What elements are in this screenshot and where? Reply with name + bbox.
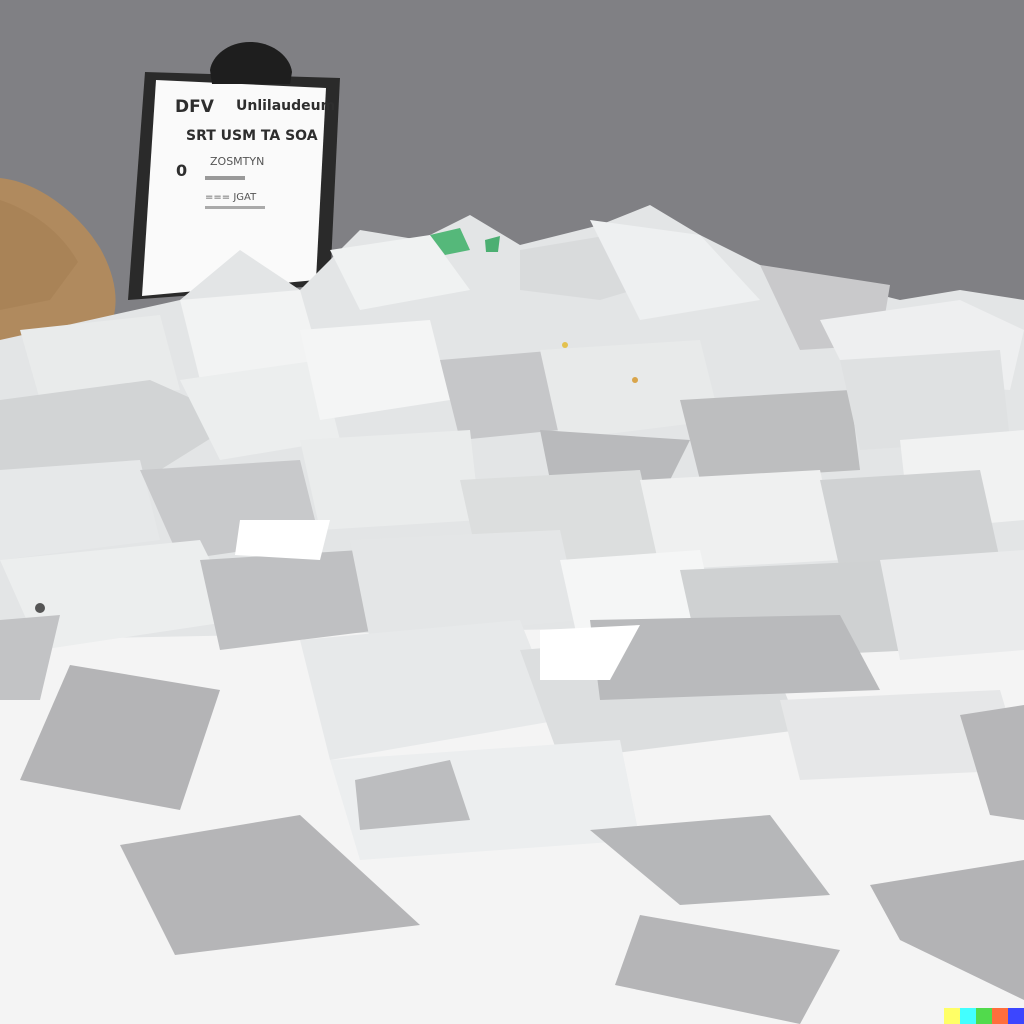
color-swatch-green [976,1008,992,1024]
sign-line1-left: DFV [175,97,215,117]
sign-line1-right: Unlilaudeum [236,98,335,114]
sign-line3-right: ZOSMTYN [210,155,264,168]
sign-line2: SRT USM TA SOA [186,128,318,144]
color-swatch-cyan [960,1008,976,1024]
paper-pile-scene: DFV Unlilaudeum SRT USM TA SOA 0 ZOSMTYN… [0,0,1024,1024]
color-bar-watermark [944,1008,1024,1024]
sign-line3-left: 0 [176,161,187,180]
sign-line4: === JGAT [205,192,257,203]
color-swatch-orange [992,1008,1008,1024]
color-swatch-blue [1008,1008,1024,1024]
color-swatch-yellow [944,1008,960,1024]
scene-illustration: DFV Unlilaudeum SRT USM TA SOA 0 ZOSMTYN… [0,0,1024,1024]
